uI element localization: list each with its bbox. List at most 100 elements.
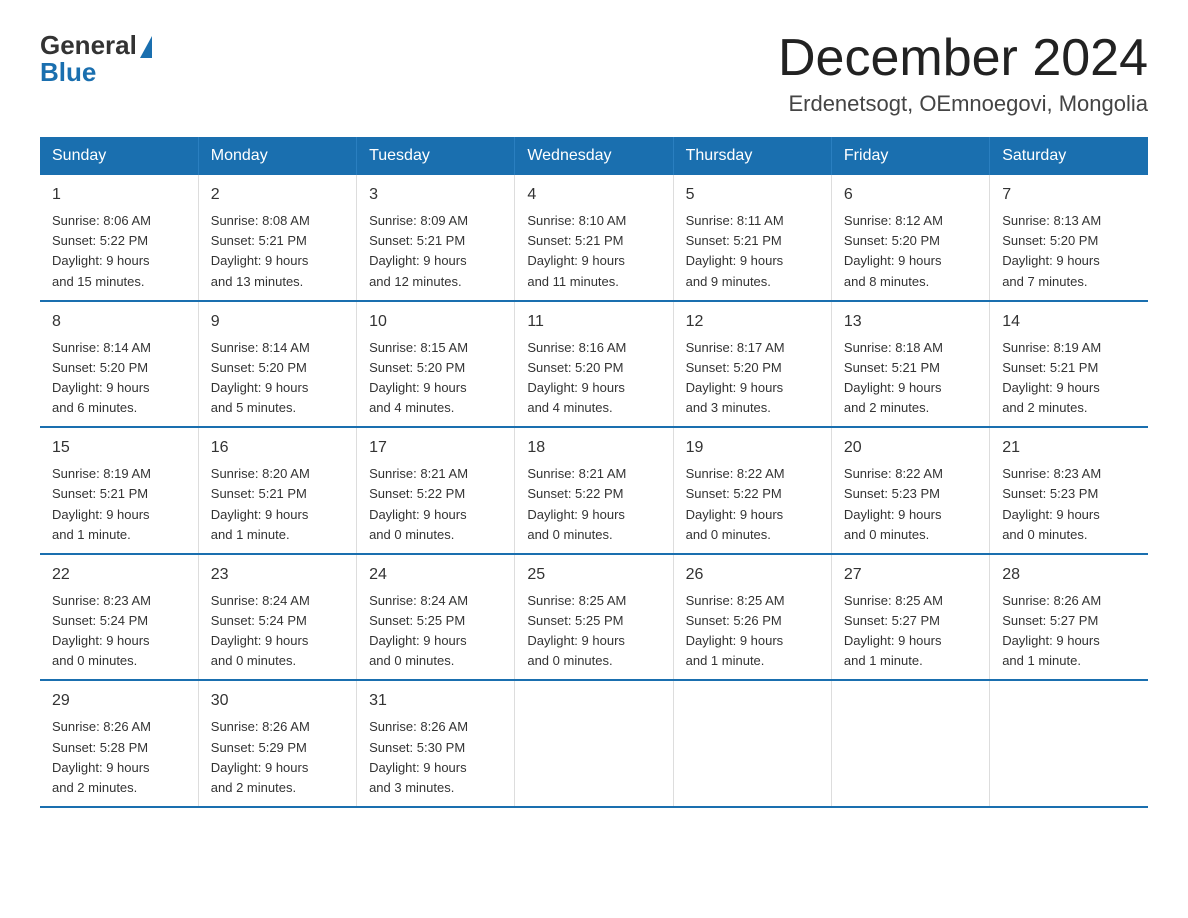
calendar-week-row: 8 Sunrise: 8:14 AMSunset: 5:20 PMDaylight… bbox=[40, 301, 1148, 428]
day-number: 8 bbox=[52, 310, 186, 334]
day-number: 9 bbox=[211, 310, 344, 334]
table-cell: 26 Sunrise: 8:25 AMSunset: 5:26 PMDayligh… bbox=[673, 554, 831, 681]
table-cell: 13 Sunrise: 8:18 AMSunset: 5:21 PMDayligh… bbox=[831, 301, 989, 428]
day-number: 4 bbox=[527, 183, 660, 207]
day-number: 13 bbox=[844, 310, 977, 334]
day-number: 5 bbox=[686, 183, 819, 207]
logo-blue-text: Blue bbox=[40, 57, 96, 88]
logo: General Blue bbox=[40, 30, 152, 88]
table-cell: 12Sunrise: 8:17 AMSunset: 5:20 PMDayligh… bbox=[673, 301, 831, 428]
header-sunday: Sunday bbox=[40, 137, 198, 175]
day-info: Sunrise: 8:15 AMSunset: 5:20 PMDaylight:… bbox=[369, 338, 502, 419]
subtitle: Erdenetsogt, OEmnoegovi, Mongolia bbox=[778, 91, 1148, 117]
day-info: Sunrise: 8:19 AMSunset: 5:21 PMDaylight:… bbox=[1002, 338, 1136, 419]
table-cell: 25 Sunrise: 8:25 AMSunset: 5:25 PMDayligh… bbox=[515, 554, 673, 681]
table-cell: 5 Sunrise: 8:11 AMSunset: 5:21 PMDaylight… bbox=[673, 175, 831, 301]
table-cell: 1Sunrise: 8:06 AMSunset: 5:22 PMDaylight… bbox=[40, 175, 198, 301]
day-info: Sunrise: 8:26 AMSunset: 5:30 PMDaylight:… bbox=[369, 717, 502, 798]
day-number: 23 bbox=[211, 563, 344, 587]
calendar-table: Sunday Monday Tuesday Wednesday Thursday… bbox=[40, 137, 1148, 808]
day-number: 18 bbox=[527, 436, 660, 460]
day-number: 30 bbox=[211, 689, 344, 713]
calendar-week-row: 15Sunrise: 8:19 AMSunset: 5:21 PMDayligh… bbox=[40, 427, 1148, 554]
day-number: 19 bbox=[686, 436, 819, 460]
day-number: 17 bbox=[369, 436, 502, 460]
table-cell bbox=[831, 680, 989, 807]
day-info: Sunrise: 8:25 AMSunset: 5:26 PMDaylight:… bbox=[686, 591, 819, 672]
day-number: 25 bbox=[527, 563, 660, 587]
header-row: Sunday Monday Tuesday Wednesday Thursday… bbox=[40, 137, 1148, 175]
table-cell: 21Sunrise: 8:23 AMSunset: 5:23 PMDayligh… bbox=[990, 427, 1148, 554]
day-number: 31 bbox=[369, 689, 502, 713]
day-number: 2 bbox=[211, 183, 344, 207]
day-info: Sunrise: 8:22 AMSunset: 5:23 PMDaylight:… bbox=[844, 464, 977, 545]
table-cell: 22Sunrise: 8:23 AMSunset: 5:24 PMDayligh… bbox=[40, 554, 198, 681]
title-section: December 2024 Erdenetsogt, OEmnoegovi, M… bbox=[778, 30, 1148, 117]
day-number: 1 bbox=[52, 183, 186, 207]
table-cell: 31 Sunrise: 8:26 AMSunset: 5:30 PMDayligh… bbox=[357, 680, 515, 807]
table-cell: 2 Sunrise: 8:08 AMSunset: 5:21 PMDaylight… bbox=[198, 175, 356, 301]
table-cell bbox=[515, 680, 673, 807]
calendar-header: Sunday Monday Tuesday Wednesday Thursday… bbox=[40, 137, 1148, 175]
table-cell: 30Sunrise: 8:26 AMSunset: 5:29 PMDayligh… bbox=[198, 680, 356, 807]
header-saturday: Saturday bbox=[990, 137, 1148, 175]
day-number: 6 bbox=[844, 183, 977, 207]
header-friday: Friday bbox=[831, 137, 989, 175]
day-number: 7 bbox=[1002, 183, 1136, 207]
day-info: Sunrise: 8:26 AMSunset: 5:28 PMDaylight:… bbox=[52, 717, 186, 798]
day-info: Sunrise: 8:20 AMSunset: 5:21 PMDaylight:… bbox=[211, 464, 344, 545]
table-cell: 20 Sunrise: 8:22 AMSunset: 5:23 PMDayligh… bbox=[831, 427, 989, 554]
calendar-week-row: 29 Sunrise: 8:26 AMSunset: 5:28 PMDayligh… bbox=[40, 680, 1148, 807]
day-number: 14 bbox=[1002, 310, 1136, 334]
day-number: 10 bbox=[369, 310, 502, 334]
day-info: Sunrise: 8:14 AMSunset: 5:20 PMDaylight:… bbox=[211, 338, 344, 419]
table-cell: 10 Sunrise: 8:15 AMSunset: 5:20 PMDayligh… bbox=[357, 301, 515, 428]
table-cell: 8Sunrise: 8:14 AMSunset: 5:20 PMDaylight… bbox=[40, 301, 198, 428]
table-cell: 29 Sunrise: 8:26 AMSunset: 5:28 PMDayligh… bbox=[40, 680, 198, 807]
calendar-week-row: 22Sunrise: 8:23 AMSunset: 5:24 PMDayligh… bbox=[40, 554, 1148, 681]
day-number: 12 bbox=[686, 310, 819, 334]
day-info: Sunrise: 8:12 AMSunset: 5:20 PMDaylight:… bbox=[844, 211, 977, 292]
day-info: Sunrise: 8:21 AMSunset: 5:22 PMDaylight:… bbox=[369, 464, 502, 545]
table-cell: 19 Sunrise: 8:22 AMSunset: 5:22 PMDayligh… bbox=[673, 427, 831, 554]
header-monday: Monday bbox=[198, 137, 356, 175]
table-cell: 17 Sunrise: 8:21 AMSunset: 5:22 PMDayligh… bbox=[357, 427, 515, 554]
table-cell: 16 Sunrise: 8:20 AMSunset: 5:21 PMDayligh… bbox=[198, 427, 356, 554]
day-number: 21 bbox=[1002, 436, 1136, 460]
day-number: 27 bbox=[844, 563, 977, 587]
table-cell: 15Sunrise: 8:19 AMSunset: 5:21 PMDayligh… bbox=[40, 427, 198, 554]
day-info: Sunrise: 8:10 AMSunset: 5:21 PMDaylight:… bbox=[527, 211, 660, 292]
day-info: Sunrise: 8:18 AMSunset: 5:21 PMDaylight:… bbox=[844, 338, 977, 419]
day-info: Sunrise: 8:24 AMSunset: 5:25 PMDaylight:… bbox=[369, 591, 502, 672]
day-number: 11 bbox=[527, 310, 660, 334]
day-info: Sunrise: 8:13 AMSunset: 5:20 PMDaylight:… bbox=[1002, 211, 1136, 292]
day-info: Sunrise: 8:24 AMSunset: 5:24 PMDaylight:… bbox=[211, 591, 344, 672]
table-cell bbox=[990, 680, 1148, 807]
table-cell: 14 Sunrise: 8:19 AMSunset: 5:21 PMDayligh… bbox=[990, 301, 1148, 428]
day-info: Sunrise: 8:26 AMSunset: 5:27 PMDaylight:… bbox=[1002, 591, 1136, 672]
table-cell: 7 Sunrise: 8:13 AMSunset: 5:20 PMDaylight… bbox=[990, 175, 1148, 301]
header-wednesday: Wednesday bbox=[515, 137, 673, 175]
day-number: 29 bbox=[52, 689, 186, 713]
table-cell: 27Sunrise: 8:25 AMSunset: 5:27 PMDayligh… bbox=[831, 554, 989, 681]
day-number: 28 bbox=[1002, 563, 1136, 587]
day-info: Sunrise: 8:25 AMSunset: 5:25 PMDaylight:… bbox=[527, 591, 660, 672]
table-cell: 24Sunrise: 8:24 AMSunset: 5:25 PMDayligh… bbox=[357, 554, 515, 681]
table-cell bbox=[673, 680, 831, 807]
page-title: December 2024 bbox=[778, 30, 1148, 87]
day-info: Sunrise: 8:19 AMSunset: 5:21 PMDaylight:… bbox=[52, 464, 186, 545]
header-tuesday: Tuesday bbox=[357, 137, 515, 175]
header-thursday: Thursday bbox=[673, 137, 831, 175]
day-info: Sunrise: 8:11 AMSunset: 5:21 PMDaylight:… bbox=[686, 211, 819, 292]
day-number: 26 bbox=[686, 563, 819, 587]
day-info: Sunrise: 8:08 AMSunset: 5:21 PMDaylight:… bbox=[211, 211, 344, 292]
day-number: 20 bbox=[844, 436, 977, 460]
table-cell: 6 Sunrise: 8:12 AMSunset: 5:20 PMDaylight… bbox=[831, 175, 989, 301]
calendar-week-row: 1Sunrise: 8:06 AMSunset: 5:22 PMDaylight… bbox=[40, 175, 1148, 301]
day-info: Sunrise: 8:23 AMSunset: 5:24 PMDaylight:… bbox=[52, 591, 186, 672]
day-info: Sunrise: 8:22 AMSunset: 5:22 PMDaylight:… bbox=[686, 464, 819, 545]
day-number: 3 bbox=[369, 183, 502, 207]
calendar-body: 1Sunrise: 8:06 AMSunset: 5:22 PMDaylight… bbox=[40, 175, 1148, 807]
day-number: 16 bbox=[211, 436, 344, 460]
logo-triangle-icon bbox=[140, 36, 152, 58]
